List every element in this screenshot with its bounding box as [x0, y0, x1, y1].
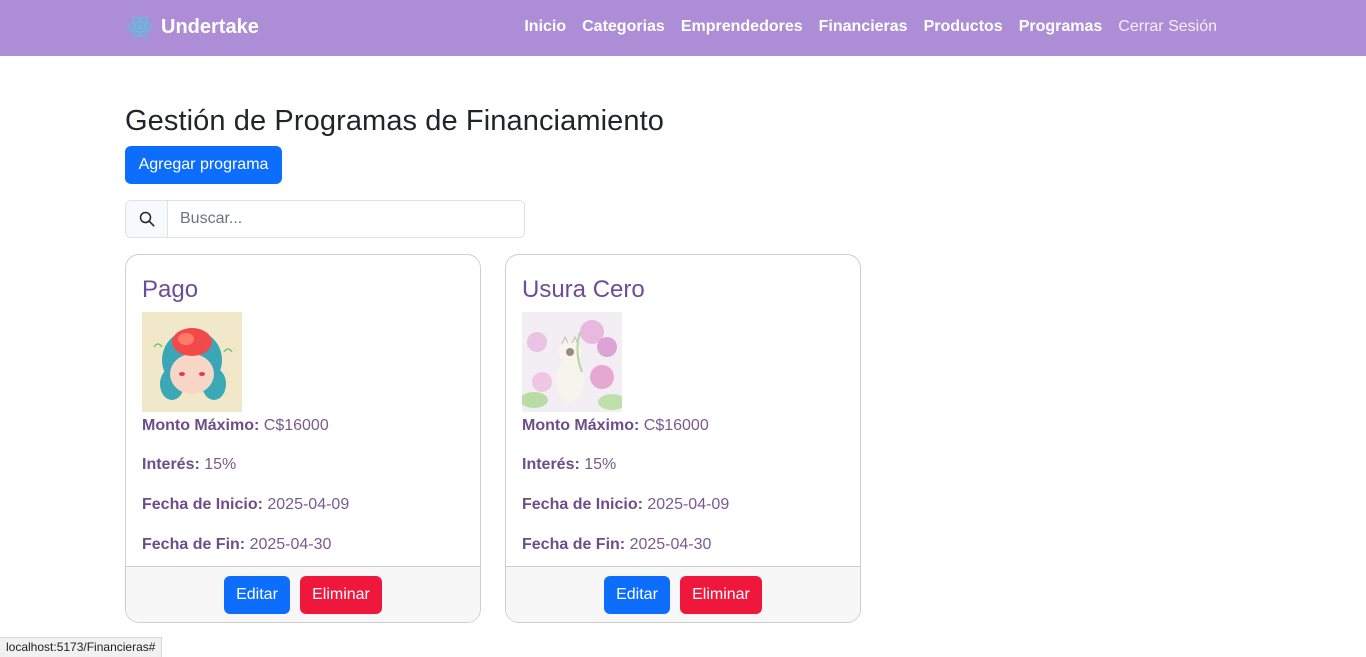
max-amount-label: Monto Máximo:	[142, 417, 260, 434]
interest-value: 15%	[204, 456, 237, 473]
program-name: Pago	[142, 276, 199, 303]
nav-link-programas[interactable]: Programas	[1019, 18, 1103, 36]
nav-link-inicio[interactable]: Inicio	[524, 18, 566, 36]
card-body: Pago Monto Máximo: C$16000 Interés: 15% …	[126, 255, 480, 575]
card-footer: Editar Eliminar	[506, 566, 860, 622]
nav-link-financieras[interactable]: Financieras	[819, 18, 908, 36]
interest-value: 15%	[584, 456, 617, 473]
add-program-button[interactable]: Agregar programa	[125, 146, 282, 184]
start-date-label: Fecha de Inicio:	[142, 496, 263, 513]
top-navbar: Undertake Inicio Categorias Emprendedore…	[0, 0, 1366, 56]
start-date-value: 2025-04-09	[267, 496, 350, 513]
nav-link-categorias[interactable]: Categorias	[582, 18, 665, 36]
edit-button[interactable]: Editar	[224, 575, 290, 614]
program-name: Usura Cero	[522, 276, 645, 303]
start-date-value: 2025-04-09	[647, 496, 730, 513]
search-icon	[139, 211, 155, 227]
start-date-field: Fecha de Inicio: 2025-04-09	[522, 495, 844, 535]
nav-link-cerrar-sesion[interactable]: Cerrar Sesión	[1118, 18, 1217, 36]
program-image	[522, 312, 622, 412]
interest-field: Interés: 15%	[142, 455, 464, 495]
brand[interactable]: Undertake	[125, 12, 259, 42]
interest-field: Interés: 15%	[522, 455, 844, 495]
max-amount-field: Monto Máximo: C$16000	[142, 415, 464, 455]
interest-label: Interés:	[522, 456, 580, 473]
search-group	[125, 200, 525, 238]
max-amount-value: C$16000	[263, 417, 329, 434]
start-date-label: Fecha de Inicio:	[522, 496, 643, 513]
delete-button[interactable]: Eliminar	[300, 575, 382, 614]
search-addon	[126, 201, 168, 237]
card-body: Usura Cero Monto Máximo: C$16000 Interés…	[506, 255, 860, 575]
nav-link-emprendedores[interactable]: Emprendedores	[681, 18, 803, 36]
end-date-label: Fecha de Fin:	[522, 536, 626, 553]
delete-button[interactable]: Eliminar	[680, 575, 762, 614]
interest-label: Interés:	[142, 456, 200, 473]
max-amount-field: Monto Máximo: C$16000	[522, 415, 844, 455]
page-title: Gestión de Programas de Financiamiento	[125, 105, 664, 137]
start-date-field: Fecha de Inicio: 2025-04-09	[142, 495, 464, 535]
max-amount-label: Monto Máximo:	[522, 417, 640, 434]
search-input[interactable]	[168, 201, 524, 237]
end-date-label: Fecha de Fin:	[142, 536, 246, 553]
card-footer: Editar Eliminar	[126, 566, 480, 622]
end-date-value: 2025-04-30	[629, 536, 712, 553]
react-atom-icon	[127, 15, 153, 39]
program-card: Pago Monto Máximo: C$16000 Interés: 15% …	[125, 254, 481, 623]
status-url: localhost:5173/Financieras#	[0, 637, 163, 657]
program-card: Usura Cero Monto Máximo: C$16000 Interés…	[505, 254, 861, 623]
program-image	[142, 312, 242, 412]
edit-button[interactable]: Editar	[604, 575, 670, 614]
nav-link-productos[interactable]: Productos	[924, 18, 1003, 36]
max-amount-value: C$16000	[643, 417, 709, 434]
brand-name: Undertake	[161, 15, 259, 38]
nav-links: Inicio Categorias Emprendedores Financie…	[524, 18, 1217, 36]
end-date-value: 2025-04-30	[249, 536, 332, 553]
